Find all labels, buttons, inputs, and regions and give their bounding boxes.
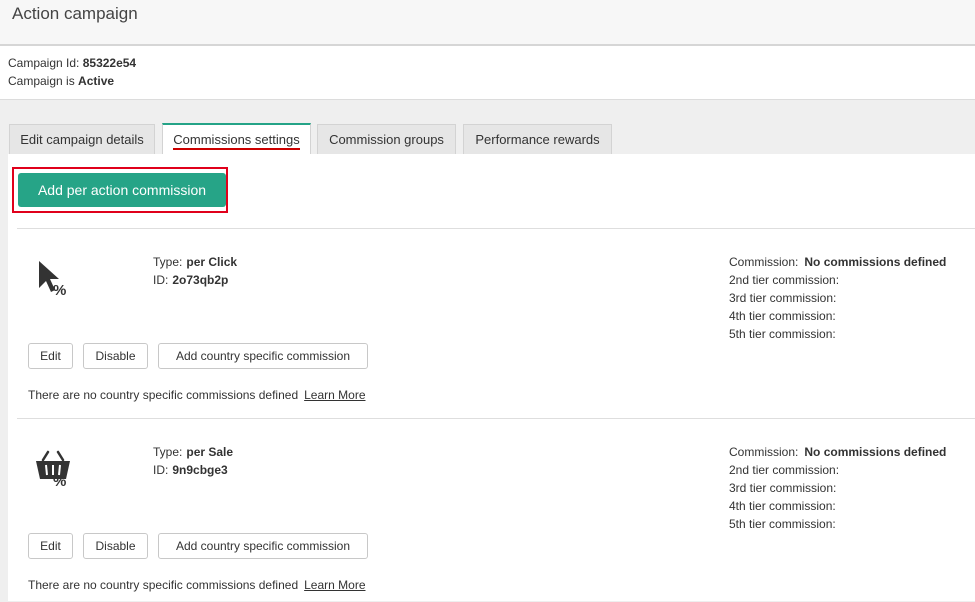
page-title: Action campaign [12, 4, 138, 23]
tab-commissions-settings[interactable]: Commissions settings [162, 123, 311, 154]
learn-more-link[interactable]: Learn More [304, 578, 365, 592]
commission-value: No commissions defined [804, 445, 947, 459]
commission-values: Commission: No commissions defined 2nd ti… [729, 253, 946, 343]
tier-3-label: 3rd tier commission: [729, 291, 837, 305]
tier-2-label: 2nd tier commission: [729, 463, 840, 477]
tab-label: Commissions settings [173, 132, 300, 150]
add-per-action-commission-button[interactable]: Add per action commission [18, 173, 226, 207]
learn-more-link[interactable]: Learn More [304, 388, 365, 402]
tier-4-label: 4th tier commission: [729, 499, 836, 513]
id-value: 9n9cbge3 [172, 463, 228, 477]
type-value: per Click [186, 255, 238, 269]
disable-button[interactable]: Disable [83, 533, 148, 559]
svg-text:%: % [53, 473, 66, 488]
tab-edit-campaign-details[interactable]: Edit campaign details [9, 124, 155, 154]
country-commission-note: There are no country specific commission… [28, 388, 366, 402]
tab-label: Edit campaign details [20, 132, 144, 147]
type-label: Type: [153, 255, 183, 269]
disable-button[interactable]: Disable [83, 343, 148, 369]
add-country-commission-button[interactable]: Add country specific commission [158, 533, 368, 559]
tier-4-label: 4th tier commission: [729, 309, 836, 323]
add-country-commission-button[interactable]: Add country specific commission [158, 343, 368, 369]
tab-commission-groups[interactable]: Commission groups [317, 124, 456, 154]
country-commission-note: There are no country specific commission… [28, 578, 366, 592]
tab-performance-rewards[interactable]: Performance rewards [463, 124, 612, 154]
tier-5-label: 5th tier commission: [729, 327, 836, 341]
id-label: ID: [153, 273, 169, 287]
tier-5-label: 5th tier commission: [729, 517, 836, 531]
edit-button[interactable]: Edit [28, 343, 73, 369]
svg-text:%: % [53, 282, 66, 298]
campaign-status-value: Active [78, 74, 115, 88]
divider [17, 228, 975, 229]
campaign-info: Campaign Id: 85322e54 Campaign is Active [8, 54, 136, 90]
edit-button[interactable]: Edit [28, 533, 73, 559]
tier-2-label: 2nd tier commission: [729, 273, 840, 287]
divider [17, 418, 975, 419]
commission-label: Commission: [729, 255, 799, 269]
commission-meta: Type: per Sale ID: 9n9cbge3 [153, 443, 233, 479]
tab-label: Performance rewards [475, 132, 600, 147]
commission-label: Commission: [729, 445, 799, 459]
id-label: ID: [153, 463, 169, 477]
tab-label: Commission groups [329, 132, 444, 147]
page-header: Action campaign [0, 0, 975, 46]
type-label: Type: [153, 445, 183, 459]
commission-meta: Type: per Click ID: 2o73qb2p [153, 253, 237, 289]
tier-3-label: 3rd tier commission: [729, 481, 837, 495]
note-text: There are no country specific commission… [28, 578, 299, 592]
id-value: 2o73qb2p [172, 273, 229, 287]
type-value: per Sale [186, 445, 234, 459]
commission-value: No commissions defined [804, 255, 947, 269]
note-text: There are no country specific commission… [28, 388, 299, 402]
tab-content-panel [8, 154, 975, 601]
basket-percent-icon: % [35, 448, 75, 490]
campaign-status-label: Campaign is [8, 74, 75, 88]
campaign-id-value: 85322e54 [82, 56, 137, 70]
commission-values: Commission: No commissions defined 2nd ti… [729, 443, 946, 533]
campaign-id-line: Campaign Id: 85322e54 [8, 54, 136, 72]
campaign-status-line: Campaign is Active [8, 72, 136, 90]
campaign-id-label: Campaign Id: [8, 56, 80, 70]
cursor-percent-icon: % [36, 258, 76, 299]
